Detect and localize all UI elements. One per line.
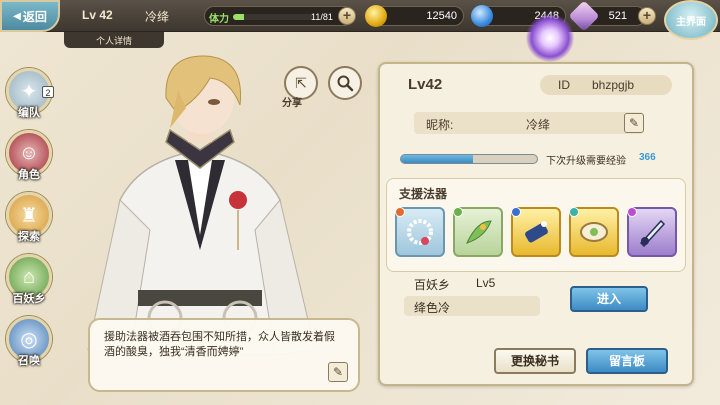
yokai-village-level: Lv5 (476, 276, 496, 290)
yokai-village-name-text: 绛色冷 (414, 301, 451, 315)
rarity-gem-icon (569, 207, 579, 217)
tab-profile-details[interactable]: 个人详情 (64, 32, 164, 48)
scroll-icon (525, 221, 548, 243)
edit-nickname-button[interactable]: ✎ (624, 113, 644, 133)
yokai-village-label: 百妖乡 (414, 278, 451, 292)
crystal-counter: 521 (568, 0, 646, 32)
sidebar-item-team[interactable]: ✦ 2 编队 (6, 68, 56, 126)
add-crystal-button[interactable]: + (638, 7, 656, 25)
bead-bracelet-icon (407, 219, 433, 245)
sidebar-item-yokai-village[interactable]: ⌂ 百妖乡 (6, 254, 56, 312)
character-quote-bubble: 援助法器被酒吞包围不知所措，众人皆散发着假酒的酸臭，独我“清香而娉婷” ✎ (88, 318, 360, 392)
team-count-badge: 2 (42, 86, 54, 98)
crystal-icon (568, 0, 600, 32)
profile-panel: Lv42 ID bhzpgjb 昵称: 冷绛 ✎ 下次升级需要经验 366 支援… (378, 62, 694, 386)
stamina-meter: 体力 11/81 (204, 6, 354, 26)
stamina-value: 11/81 (311, 12, 333, 22)
exp-bar-fill (401, 155, 474, 163)
mirror-icon (580, 222, 608, 242)
exp-label: 下次升级需要经验 (546, 156, 626, 167)
zoom-button[interactable] (328, 66, 362, 100)
sidebar-item-character[interactable]: ☺ 角色 (6, 130, 56, 188)
sidebar-item-label: 探索 (18, 231, 40, 243)
pencil-icon: ✎ (332, 365, 344, 379)
rarity-gem-icon (395, 207, 405, 217)
crystal-value: 521 (608, 10, 627, 22)
sidebar-item-label: 角色 (18, 169, 40, 181)
sidebar-item-summon[interactable]: ◎ 召唤 (6, 316, 56, 374)
stamina-label: 体力 (209, 14, 229, 25)
nickname-label: 昵称: (426, 118, 454, 132)
player-id-value: bhzpgjb (592, 78, 635, 92)
profile-level: Lv42 (408, 76, 443, 93)
sidebar-item-explore[interactable]: ♜ 探索 (6, 192, 56, 250)
exp-bar (400, 154, 538, 164)
herb-charm-icon (466, 220, 492, 244)
nickname-row: 昵称: 冷绛 (414, 112, 644, 134)
blade-icon (639, 219, 666, 248)
nickname-value: 冷绛 (526, 118, 551, 132)
portal-glow-icon (526, 14, 574, 62)
stamina-bar-fill (233, 14, 244, 20)
add-stamina-button[interactable]: + (338, 7, 356, 25)
player-level: Lv 42 (82, 8, 113, 22)
main-menu-label: 主界面 (676, 16, 706, 28)
support-items-title: 支援法器 (399, 187, 448, 201)
enter-village-button[interactable]: 进入 (570, 286, 648, 312)
top-bar: ◀ 返回 Lv 42 冷绛 体力 11/81 + 12540 2448 521 … (0, 0, 720, 32)
pencil-icon: ✎ (628, 116, 640, 130)
support-items-section: 支援法器 (386, 178, 686, 272)
edit-quote-button[interactable]: ✎ (328, 362, 348, 382)
share-icon: ⇱ (295, 74, 307, 91)
back-button[interactable]: ◀ 返回 (0, 0, 60, 32)
stamina-bar (233, 14, 313, 20)
exp-value: 366 (639, 152, 656, 163)
sidebar-item-label: 召唤 (18, 355, 40, 367)
character-quote-text: 援助法器被酒吞包围不知所措，众人皆散发着假酒的酸臭，独我“清香而娉婷” (104, 331, 335, 358)
player-id-box: ID bhzpgjb (540, 75, 672, 95)
back-arrow-icon: ◀ (13, 10, 21, 22)
coin-icon (365, 5, 387, 27)
rarity-gem-icon (511, 207, 521, 217)
sidebar-item-label: 编队 (18, 107, 40, 119)
jade-drop-icon (471, 5, 493, 27)
share-label: 分享 (282, 98, 302, 109)
player-name: 冷绛 (145, 10, 170, 24)
message-board-button[interactable]: 留言板 (586, 348, 668, 374)
coin-counter: 12540 (365, 5, 464, 27)
coin-value: 12540 (426, 10, 457, 22)
change-secretary-button[interactable]: 更换秘书 (494, 348, 576, 374)
back-button-label: 返回 (22, 9, 47, 24)
support-item-slot[interactable] (511, 207, 561, 257)
support-item-slot[interactable] (627, 207, 677, 257)
rarity-gem-icon (453, 207, 463, 217)
sidebar-item-label: 百妖乡 (12, 293, 46, 305)
support-item-slot[interactable] (395, 207, 445, 257)
tab-profile-details-label: 个人详情 (95, 35, 132, 46)
support-item-slot[interactable] (453, 207, 503, 257)
magnifier-icon (337, 75, 354, 92)
player-id-label: ID (558, 78, 570, 92)
sidebar: ✦ 2 编队 ☺ 角色 ♜ 探索 ⌂ 百妖乡 ◎ 召唤 (2, 60, 62, 380)
rarity-gem-icon (627, 207, 637, 217)
yokai-village-name: 绛色冷 (404, 296, 540, 316)
main-menu-button[interactable]: 主界面 (664, 0, 718, 40)
support-item-slot[interactable] (569, 207, 619, 257)
